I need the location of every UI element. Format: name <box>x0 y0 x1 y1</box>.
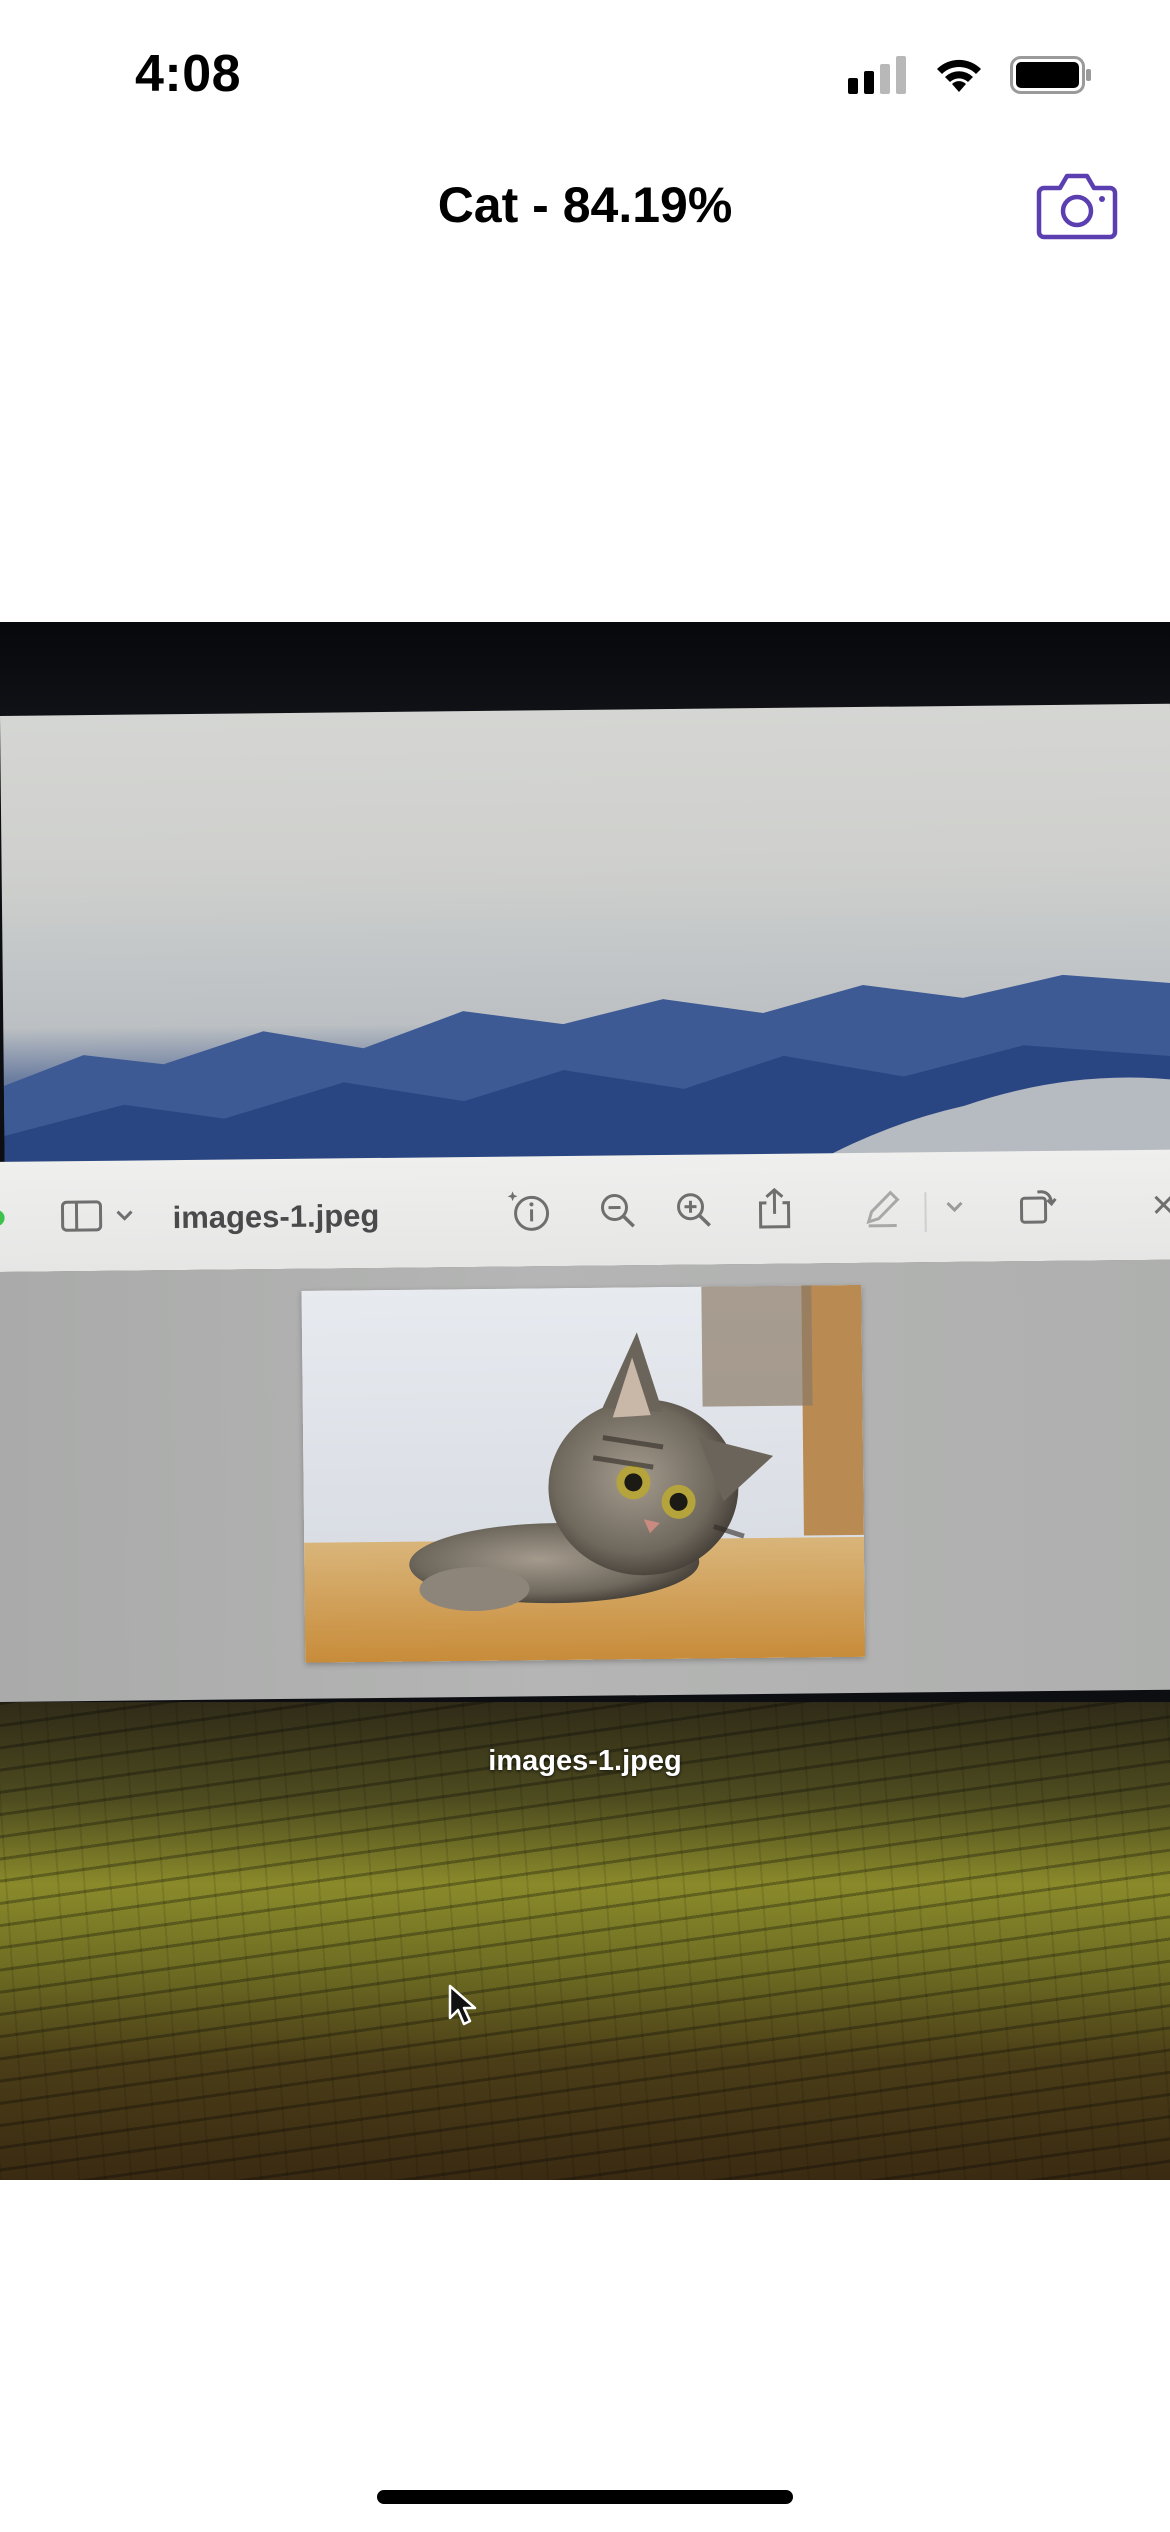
markup-chevron-down-icon[interactable] <box>940 1182 969 1232</box>
preview-window-title: images-1.jpeg <box>172 1197 380 1236</box>
markup-pen-icon[interactable] <box>862 1182 903 1232</box>
prediction-title: Cat - 84.19% <box>437 177 733 233</box>
preview-content-area <box>0 1259 1170 1702</box>
info-sparkle-icon[interactable] <box>506 1186 553 1236</box>
battery-icon <box>1010 56 1091 94</box>
zoom-in-icon[interactable] <box>672 1184 715 1234</box>
sidebar-icon[interactable] <box>58 1191 105 1241</box>
rotate-icon[interactable] <box>1016 1181 1059 1231</box>
camera-icon <box>1036 173 1118 240</box>
wifi-icon <box>937 59 981 92</box>
mouse-cursor-icon <box>448 1984 478 2033</box>
desktop-file-label[interactable]: images-1.jpeg <box>0 1745 1170 1778</box>
preview-window: images-1.jpeg <box>0 1149 1170 1722</box>
navigation-bar: Cat - 84.19% <box>0 160 1170 260</box>
toolbar-separator <box>924 1192 927 1233</box>
status-bar: 4:08 <box>0 0 1170 150</box>
share-icon[interactable] <box>754 1184 795 1234</box>
window-zoom-button[interactable] <box>0 1209 5 1227</box>
home-indicator[interactable] <box>377 2490 793 2504</box>
cellular-signal-icon <box>848 56 906 94</box>
status-time: 4:08 <box>135 45 242 103</box>
captured-photo: images-1.jpeg images-1.jpeg <box>0 622 1170 2180</box>
chevron-down-icon[interactable] <box>110 1190 139 1240</box>
preview-toolbar: images-1.jpeg <box>0 1149 1170 1274</box>
close-icon[interactable] <box>1148 1180 1170 1230</box>
status-icons <box>848 56 1092 94</box>
zoom-out-icon[interactable] <box>596 1185 639 1235</box>
cat-photo <box>301 1284 866 1663</box>
camera-button[interactable] <box>1036 170 1118 240</box>
